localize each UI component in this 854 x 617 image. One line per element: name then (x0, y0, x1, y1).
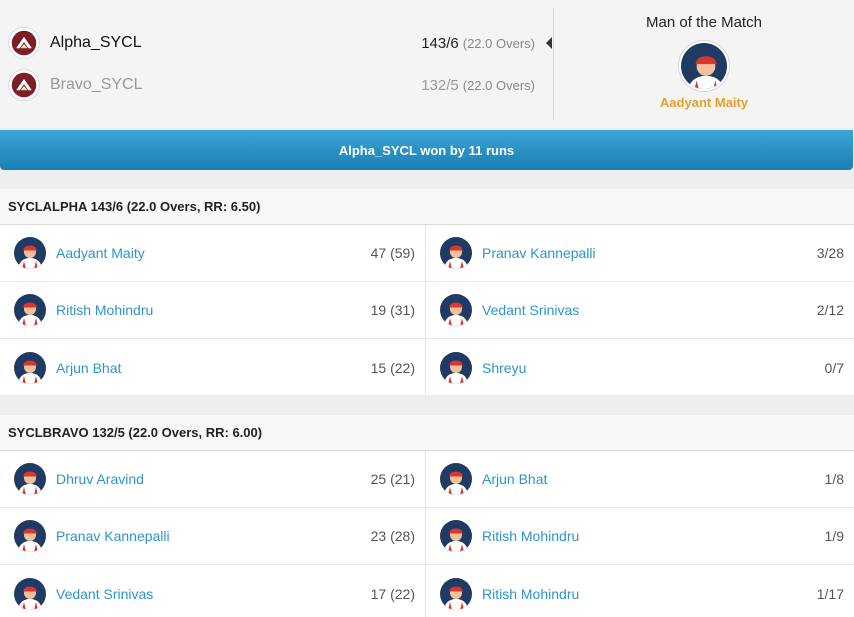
team-row-alpha: Alpha_SYCL 143/6 (22.0 Overs) (8, 26, 553, 60)
player-name-link[interactable]: Dhruv Aravind (56, 471, 144, 487)
bowling-list: Pranav Kannepalli 3/28 Vedant Srinivas 2… (425, 225, 854, 396)
player-avatar (440, 463, 472, 495)
player-stat: 2/12 (816, 302, 844, 318)
player-stat: 25 (21) (370, 471, 415, 487)
player-avatar (440, 294, 472, 326)
list-item: Dhruv Aravind 25 (21) (0, 451, 425, 508)
team-logo-icon (8, 69, 40, 101)
innings-body: Dhruv Aravind 25 (21) Pranav Kannepalli … (0, 451, 854, 617)
innings-header: SYCLBRAVO 132/5 (22.0 Overs, RR: 6.00) (0, 415, 854, 451)
player-avatar (14, 578, 46, 610)
list-item: Shreyu 0/7 (426, 339, 854, 396)
motm-avatar[interactable] (679, 41, 729, 91)
player-stat: 1/8 (824, 471, 844, 487)
player-name-link[interactable]: Arjun Bhat (56, 360, 121, 376)
player-name-link[interactable]: Vedant Srinivas (482, 302, 579, 318)
list-item: Pranav Kannepalli 3/28 (426, 225, 854, 282)
player-name-link[interactable]: Vedant Srinivas (56, 586, 153, 602)
player-name-link[interactable]: Ritish Mohindru (482, 586, 579, 602)
motm-player-name[interactable]: Aadyant Maity (554, 95, 854, 110)
result-banner: Alpha_SYCL won by 11 runs (0, 130, 853, 170)
player-stat: 1/9 (824, 528, 844, 544)
player-avatar (14, 237, 46, 269)
list-item: Arjun Bhat 15 (22) (0, 339, 425, 396)
list-item: Pranav Kannepalli 23 (28) (0, 508, 425, 565)
player-stat: 1/17 (816, 585, 844, 602)
innings-body: Aadyant Maity 47 (59) Ritish Mohindru 19… (0, 225, 854, 396)
player-avatar (14, 463, 46, 495)
player-name-link[interactable]: Ritish Mohindru (482, 528, 579, 544)
match-summary-header: Alpha_SYCL 143/6 (22.0 Overs) Bravo_SYCL … (0, 0, 854, 128)
overs-value: (22.0 Overs) (462, 35, 535, 51)
player-stat: 0/7 (824, 359, 844, 376)
list-item: Ritish Mohindru 19 (31) (0, 282, 425, 339)
list-item: Vedant Srinivas 17 (22) (0, 565, 425, 617)
list-item: Ritish Mohindru 1/9 (426, 508, 854, 565)
batting-list: Dhruv Aravind 25 (21) Pranav Kannepalli … (0, 451, 425, 617)
player-stat: 19 (31) (370, 302, 415, 318)
bowling-list: Arjun Bhat 1/8 Ritish Mohindru 1/9 Ritis… (425, 451, 854, 617)
player-stat: 17 (22) (370, 585, 415, 602)
player-stat: 23 (28) (370, 528, 415, 544)
team-score: 143/6 (22.0 Overs) (421, 35, 535, 52)
result-text: Alpha_SYCL won by 11 runs (338, 142, 515, 158)
team-row-bravo: Bravo_SYCL 132/5 (22.0 Overs) (8, 68, 553, 102)
team-name: Alpha_SYCL (50, 34, 142, 51)
player-name-link[interactable]: Arjun Bhat (482, 471, 547, 487)
player-avatar (440, 578, 472, 610)
score-value: 143/6 (421, 34, 459, 52)
list-item: Vedant Srinivas 2/12 (426, 282, 854, 339)
player-avatar (14, 520, 46, 552)
player-avatar (14, 294, 46, 326)
man-of-the-match: Man of the Match Aadyant Maity (554, 0, 854, 128)
motm-title: Man of the Match (646, 14, 762, 31)
player-name-link[interactable]: Aadyant Maity (56, 245, 145, 261)
batting-list: Aadyant Maity 47 (59) Ritish Mohindru 19… (0, 225, 425, 396)
player-avatar (440, 237, 472, 269)
player-stat: 47 (59) (370, 245, 415, 261)
player-name-link[interactable]: Pranav Kannepalli (482, 245, 596, 261)
winner-indicator-icon (546, 37, 552, 49)
player-name-link[interactable]: Shreyu (482, 360, 526, 376)
innings-header: SYCLALPHA 143/6 (22.0 Overs, RR: 6.50) (0, 189, 854, 225)
team-score: 132/5 (22.0 Overs) (421, 77, 535, 94)
list-item: Arjun Bhat 1/8 (426, 451, 854, 508)
player-name-link[interactable]: Ritish Mohindru (56, 302, 153, 318)
team-logo-icon (8, 27, 40, 59)
team-name: Bravo_SYCL (50, 76, 143, 93)
player-stat: 3/28 (816, 245, 844, 261)
overs-value: (22.0 Overs) (462, 77, 535, 93)
player-avatar (440, 352, 472, 384)
player-stat: 15 (22) (370, 359, 415, 376)
innings-section: SYCLBRAVO 132/5 (22.0 Overs, RR: 6.00) D… (0, 415, 854, 617)
list-item: Aadyant Maity 47 (59) (0, 225, 425, 282)
player-name-link[interactable]: Pranav Kannepalli (56, 528, 170, 544)
score-value: 132/5 (421, 76, 459, 94)
player-avatar (14, 352, 46, 384)
player-avatar (440, 520, 472, 552)
list-item: Ritish Mohindru 1/17 (426, 565, 854, 617)
innings-section: SYCLALPHA 143/6 (22.0 Overs, RR: 6.50) A… (0, 189, 854, 396)
